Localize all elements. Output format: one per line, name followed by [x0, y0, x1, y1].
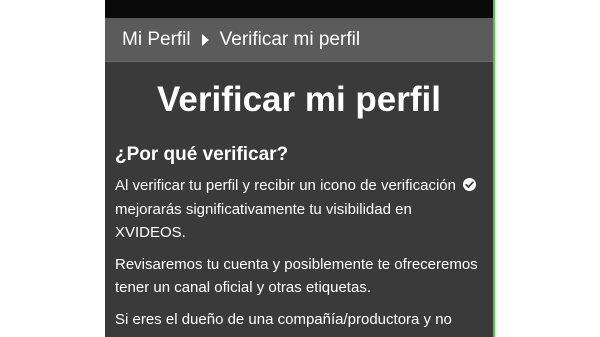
paragraph-verify-benefit: Al verificar tu perfil y recibir un icon… — [115, 174, 483, 245]
paragraph-company-owner: Si eres el dueño de una compañía/product… — [115, 310, 452, 328]
breadcrumb: Mi Perfil Verificar mi perfil — [105, 18, 493, 62]
paragraph-text: mejorarás significativamente tu visibili… — [115, 200, 412, 242]
status-bar — [105, 0, 493, 18]
check-circle-icon — [463, 178, 477, 191]
caret-right-icon — [201, 33, 209, 46]
breadcrumb-parent-link[interactable]: Mi Perfil — [122, 29, 191, 51]
left-margin — [0, 0, 105, 337]
breadcrumb-current: Verificar mi perfil — [219, 28, 361, 50]
main-content: Verificar mi perfil ¿Por qué verificar? … — [105, 62, 493, 331]
page-title: Verificar mi perfil — [156, 80, 442, 119]
paragraph-review: Revisaremos tu cuenta y posiblemente te … — [115, 255, 478, 297]
paragraph-text: Al verificar tu perfil y recibir un icon… — [115, 177, 456, 194]
section-heading: ¿Por qué verificar? — [115, 144, 289, 165]
phone-screen: Mi Perfil Verificar mi perfil Verificar … — [105, 0, 495, 337]
right-margin — [495, 0, 600, 337]
